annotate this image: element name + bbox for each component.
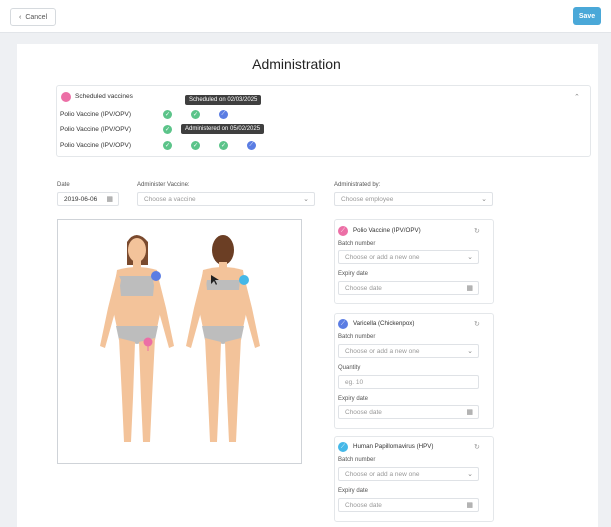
front-figure (100, 235, 174, 442)
employee-placeholder: Choose employee (341, 195, 394, 203)
save-button[interactable]: Save (573, 7, 601, 25)
scheduled-row-name: Polio Vaccine (IPV/OPV) (60, 126, 132, 133)
batch-placeholder: Choose or add a new one (345, 253, 420, 261)
calendar-icon: ▦ (106, 196, 113, 203)
expiry-placeholder: Choose date (345, 284, 382, 292)
batch-number-label: Batch number (338, 241, 376, 247)
date-label: Date (57, 182, 70, 188)
refresh-icon[interactable]: ↻ (474, 320, 480, 328)
date-field[interactable]: 2019-06-06 ▦ (57, 192, 119, 206)
batch-number-label: Batch number (338, 334, 376, 340)
calendar-icon: ▦ (466, 409, 473, 416)
chevron-down-icon: ⌄ (481, 196, 487, 203)
chevron-down-icon: ⌄ (467, 471, 473, 478)
check-icon[interactable]: ✓ (163, 125, 172, 134)
expiry-date-label: Expiry date (338, 271, 369, 277)
vaccine-card-title: Human Papillomavirus (HPV) (353, 443, 434, 450)
administer-vaccine-label: Administer Vaccine: (137, 182, 190, 188)
syringe-icon: ⟋ (338, 319, 348, 329)
calendar-icon: ▦ (466, 502, 473, 509)
top-bar: ‹ Cancel Save (0, 0, 611, 33)
batch-number-select[interactable]: Choose or add a new one ⌄ (338, 344, 479, 358)
vaccine-card-title: Varicella (Chickenpox) (353, 320, 415, 327)
injection-site-marker (143, 337, 153, 347)
scheduled-vaccines-panel (56, 85, 591, 157)
scheduled-vaccines-title: Scheduled vaccines (75, 93, 133, 100)
injection-site-marker (239, 275, 249, 285)
chevron-down-icon: ⌄ (467, 254, 473, 261)
expiry-date-label: Expiry date (338, 488, 369, 494)
employee-select[interactable]: Choose employee ⌄ (334, 192, 493, 206)
quantity-label: Quantity (338, 365, 361, 371)
scheduled-tooltip: Scheduled on 02/03/2025 (185, 95, 262, 105)
vaccine-placeholder: Choose a vaccine (144, 195, 196, 203)
calendar-icon: ▦ (466, 285, 473, 292)
injection-site-marker (151, 271, 161, 281)
body-map[interactable] (57, 219, 302, 464)
scheduled-row-name: Polio Vaccine (IPV/OPV) (60, 111, 132, 118)
vaccine-card-hpv: ⟋ Human Papillomavirus (HPV) ↻ Batch num… (334, 436, 494, 522)
vaccine-card-varicella: ⟋ Varicella (Chickenpox) ↻ Batch number … (334, 313, 494, 429)
administrated-by-label: Administrated by: (334, 182, 381, 188)
batch-number-select[interactable]: Choose or add a new one ⌄ (338, 467, 479, 481)
expiry-date-field[interactable]: Choose date ▦ (338, 281, 479, 295)
batch-number-select[interactable]: Choose or add a new one ⌄ (338, 250, 479, 264)
syringe-icon[interactable]: ⟋ (247, 141, 256, 150)
batch-placeholder: Choose or add a new one (345, 347, 420, 355)
administered-tooltip: Administered on 05/02/2025 (181, 124, 265, 134)
quantity-field[interactable]: eg. 10 (338, 375, 479, 389)
expiry-placeholder: Choose date (345, 501, 382, 509)
check-icon[interactable]: ✓ (191, 141, 200, 150)
chevron-up-icon[interactable]: ⌃ (574, 93, 580, 101)
vaccine-card-polio: ⟋ Polio Vaccine (IPV/OPV) ↻ Batch number… (334, 219, 494, 304)
syringe-icon[interactable]: ⟋ (219, 110, 228, 119)
cancel-label: Cancel (25, 13, 48, 21)
refresh-icon[interactable]: ↻ (474, 443, 480, 451)
vaccine-card-title: Polio Vaccine (IPV/OPV) (353, 227, 421, 234)
body-figures (100, 235, 260, 442)
check-icon[interactable]: ✓ (219, 141, 228, 150)
expiry-date-field[interactable]: Choose date ▦ (338, 405, 479, 419)
page-title: Administration (252, 56, 341, 72)
check-icon[interactable]: ✓ (163, 110, 172, 119)
quantity-placeholder: eg. 10 (345, 378, 364, 386)
expiry-date-field[interactable]: Choose date ▦ (338, 498, 479, 512)
scheduled-row-name: Polio Vaccine (IPV/OPV) (60, 142, 132, 149)
syringe-icon: ⟋ (338, 442, 348, 452)
batch-placeholder: Choose or add a new one (345, 470, 420, 478)
check-icon[interactable]: ✓ (191, 110, 200, 119)
vaccine-select[interactable]: Choose a vaccine ⌄ (137, 192, 315, 206)
syringe-icon: ⟋ (338, 226, 348, 236)
chevron-down-icon: ⌄ (467, 348, 473, 355)
chevron-down-icon: ⌄ (303, 196, 309, 203)
calendar-icon (61, 92, 71, 102)
batch-number-label: Batch number (338, 457, 376, 463)
back-figure (186, 235, 260, 442)
expiry-placeholder: Choose date (345, 408, 382, 416)
refresh-icon[interactable]: ↻ (474, 227, 480, 235)
chevron-left-icon: ‹ (19, 13, 22, 21)
cancel-button[interactable]: ‹ Cancel (10, 8, 57, 26)
date-value: 2019-06-06 (64, 195, 98, 203)
check-icon[interactable]: ✓ (163, 141, 172, 150)
expiry-date-label: Expiry date (338, 396, 369, 402)
